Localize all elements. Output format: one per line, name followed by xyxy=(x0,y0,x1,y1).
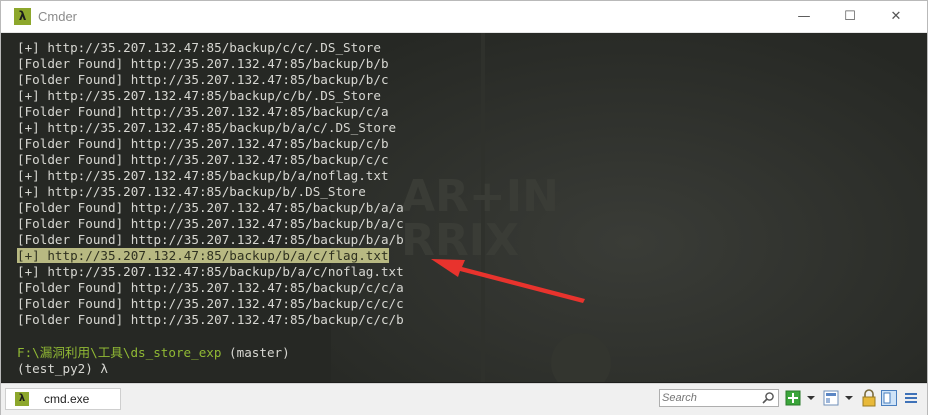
terminal-line: [Folder Found] http://35.207.132.47:85/b… xyxy=(17,104,389,119)
tab-label: cmd.exe xyxy=(44,392,90,406)
terminal-line: [+] http://35.207.132.47:85/backup/c/c/.… xyxy=(17,40,381,55)
close-icon[interactable]: ✕ xyxy=(873,1,919,32)
terminal-line: [+] http://35.207.132.47:85/backup/c/b/.… xyxy=(17,88,381,103)
cmder-window: λ Cmder — ☐ ✕ AR+IN RRIX [+] http://35.2… xyxy=(0,0,928,415)
layout-icon[interactable] xyxy=(823,389,839,407)
terminal-line: [Folder Found] http://35.207.132.47:85/b… xyxy=(17,216,404,231)
background-artwork: AR+IN RRIX xyxy=(331,33,927,382)
terminal-line: [Folder Found] http://35.207.132.47:85/b… xyxy=(17,152,389,167)
prompt-branch: (master) xyxy=(221,345,290,360)
title-bar: λ Cmder — ☐ ✕ xyxy=(1,1,927,33)
terminal-line: [Folder Found] http://35.207.132.47:85/b… xyxy=(17,200,404,215)
terminal-line: [Folder Found] http://35.207.132.47:85/b… xyxy=(17,72,389,87)
prompt-path-line: F:\漏洞利用\工具\ds_store_exp (master) xyxy=(17,345,290,361)
terminal-line-highlighted: [+] http://35.207.132.47:85/backup/b/a/c… xyxy=(17,248,389,263)
prompt-env: (test_py2) λ xyxy=(17,361,108,376)
chevron-down-icon[interactable] xyxy=(845,396,853,400)
console-area[interactable]: AR+IN RRIX [+] http://35.207.132.47:85/b… xyxy=(1,33,927,382)
terminal-line: [+] http://35.207.132.47:85/backup/b/a/c… xyxy=(17,264,404,279)
prompt-path: F:\漏洞利用\工具\ds_store_exp xyxy=(17,345,222,360)
terminal-line: [Folder Found] http://35.207.132.47:85/b… xyxy=(17,232,404,247)
lambda-icon: λ xyxy=(15,392,29,406)
status-bar: λ cmd.exe xyxy=(1,383,927,415)
terminal-line: [+] http://35.207.132.47:85/backup/b/.DS… xyxy=(17,184,366,199)
new-tab-icon[interactable] xyxy=(785,389,801,407)
terminal-line: [Folder Found] http://35.207.132.47:85/b… xyxy=(17,136,389,151)
maximize-icon[interactable]: ☐ xyxy=(827,1,873,32)
minimize-icon[interactable]: — xyxy=(781,1,827,32)
search-icon[interactable] xyxy=(761,391,775,405)
lock-icon[interactable] xyxy=(861,389,877,407)
prompt-input-line[interactable]: (test_py2) λ xyxy=(17,361,108,377)
terminal-line: [Folder Found] http://35.207.132.47:85/b… xyxy=(17,56,389,71)
window-title: Cmder xyxy=(38,9,78,24)
split-view-icon[interactable] xyxy=(881,389,897,407)
terminal-output: [+] http://35.207.132.47:85/backup/c/c/.… xyxy=(17,40,404,328)
search-box[interactable] xyxy=(659,389,779,407)
terminal-line: [+] http://35.207.132.47:85/backup/b/a/n… xyxy=(17,168,389,183)
terminal-line: [Folder Found] http://35.207.132.47:85/b… xyxy=(17,312,404,327)
lambda-icon: λ xyxy=(14,8,31,25)
terminal-line: [Folder Found] http://35.207.132.47:85/b… xyxy=(17,280,404,295)
menu-icon[interactable] xyxy=(903,389,919,407)
search-input[interactable] xyxy=(662,390,758,406)
chevron-down-icon[interactable] xyxy=(807,396,815,400)
svg-text:RRIX: RRIX xyxy=(401,215,519,266)
terminal-line: [+] http://35.207.132.47:85/backup/b/a/c… xyxy=(17,120,397,135)
terminal-line: [Folder Found] http://35.207.132.47:85/b… xyxy=(17,296,404,311)
console-tab[interactable]: λ cmd.exe xyxy=(5,388,121,410)
